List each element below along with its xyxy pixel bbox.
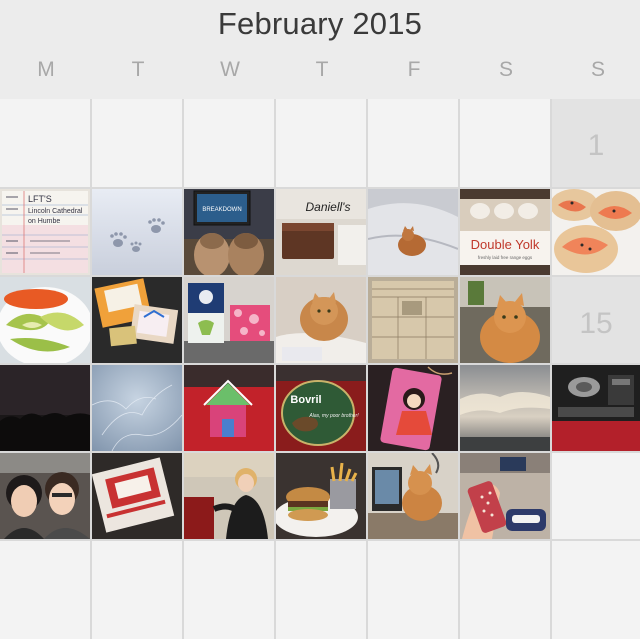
kettle-appliance-photo	[552, 365, 640, 451]
cat-in-bag-photo	[276, 277, 366, 363]
gingerbread-house-photo	[184, 365, 274, 451]
day-cell-feb-13[interactable]	[368, 277, 458, 363]
day-cell-empty	[184, 541, 274, 639]
biscuit-bar-photo	[460, 453, 550, 539]
day-cell-empty	[460, 541, 550, 639]
svg-text:LFT'S: LFT'S	[28, 194, 52, 204]
day-cell-feb-17[interactable]	[92, 365, 182, 451]
day-cell-empty	[0, 541, 90, 639]
snow-paw-prints-photo	[92, 189, 182, 275]
weekday-sat: S	[498, 58, 513, 81]
day-cell-empty	[368, 541, 458, 639]
cat-at-laptop-photo	[368, 453, 458, 539]
svg-text:Bovril: Bovril	[290, 394, 321, 406]
day-cell-feb-19[interactable]: Bovril Alas, my poor brother!	[276, 365, 366, 451]
day-cell-empty	[552, 453, 640, 539]
day-number: 1	[587, 129, 605, 162]
day-cell-feb-8[interactable]	[552, 189, 640, 275]
cards-and-notes-photo	[92, 277, 182, 363]
day-cell-empty	[276, 541, 366, 639]
day-cell-feb-4[interactable]: BREAKDOWN	[184, 189, 274, 275]
day-cell-feb-5[interactable]: Daniell's	[276, 189, 366, 275]
pizza-boxes-photo	[92, 453, 182, 539]
weekday-fri: F	[407, 58, 421, 81]
ginger-cat-window-photo	[460, 277, 550, 363]
night-sky-photo	[0, 365, 90, 451]
month-title: February 2015	[217, 6, 423, 41]
day-cell-feb-2[interactable]: LFT'S Lincoln Cathedral on Humbe	[0, 189, 90, 275]
day-cell-feb-21[interactable]	[460, 365, 550, 451]
svg-text:BREAKDOWN: BREAKDOWN	[202, 207, 241, 213]
day-cell-feb-22[interactable]	[552, 365, 640, 451]
day-cell-feb-26[interactable]	[276, 453, 366, 539]
day-cell-empty	[92, 541, 182, 639]
day-cell-feb-15[interactable]: 15	[552, 277, 640, 363]
day-cell-feb-28[interactable]	[460, 453, 550, 539]
day-cell-empty	[276, 99, 366, 187]
day-cell-feb-24[interactable]	[92, 453, 182, 539]
chocolate-cake-photo: Daniell's	[276, 189, 366, 275]
weekday-header: M T W T F S S	[0, 58, 640, 88]
day-number: 15	[579, 307, 613, 340]
burger-and-fries-photo	[276, 453, 366, 539]
old-newspaper-photo	[368, 277, 458, 363]
kitten-on-bed-photo	[368, 189, 458, 275]
day-cell-feb-3[interactable]	[92, 189, 182, 275]
day-cell-feb-27[interactable]	[368, 453, 458, 539]
day-cell-feb-14[interactable]	[460, 277, 550, 363]
day-cell-empty	[184, 99, 274, 187]
weekday-sun: S	[590, 58, 605, 81]
list-note-photo: LFT'S Lincoln Cathedral on Humbe	[0, 189, 90, 275]
svg-text:Alas, my poor brother!: Alas, my poor brother!	[308, 413, 359, 419]
day-cell-feb-20[interactable]	[368, 365, 458, 451]
svg-text:freshly laid free range eggs: freshly laid free range eggs	[478, 255, 533, 260]
day-cell-feb-23[interactable]	[0, 453, 90, 539]
kimono-girl-tag-photo	[368, 365, 458, 451]
weekday-tue: T	[131, 58, 145, 81]
svg-text:on Humbe: on Humbe	[28, 218, 60, 225]
day-cell-feb-12[interactable]	[276, 277, 366, 363]
day-cell-feb-9[interactable]	[0, 277, 90, 363]
bovril-tin-photo: Bovril Alas, my poor brother!	[276, 365, 366, 451]
salmon-bagels-photo	[552, 189, 640, 275]
frosted-window-photo	[92, 365, 182, 451]
weekday-wed: W	[220, 58, 240, 81]
day-cell-feb-10[interactable]	[92, 277, 182, 363]
avocado-roe-photo	[0, 277, 90, 363]
slippers-tv-photo: BREAKDOWN	[184, 189, 274, 275]
weekday-mon: M	[37, 58, 55, 81]
day-cell-empty	[460, 99, 550, 187]
day-cell-feb-7[interactable]: Double Yolk freshly laid free range eggs	[460, 189, 550, 275]
day-cell-feb-6[interactable]	[368, 189, 458, 275]
day-cell-feb-11[interactable]	[184, 277, 274, 363]
woman-in-kitchen-photo	[184, 453, 274, 539]
weekday-thu: T	[315, 58, 329, 81]
svg-text:Double Yolk: Double Yolk	[471, 237, 540, 252]
svg-text:Daniell's: Daniell's	[306, 200, 351, 214]
day-cell-empty	[92, 99, 182, 187]
gift-boxes-photo	[184, 277, 274, 363]
selfie-photo	[0, 453, 90, 539]
day-cell-feb-18[interactable]	[184, 365, 274, 451]
cloudy-sky-photo	[460, 365, 550, 451]
day-cell-empty	[368, 99, 458, 187]
day-cell-feb-16[interactable]	[0, 365, 90, 451]
day-cell-feb-25[interactable]	[184, 453, 274, 539]
day-cell-empty	[0, 99, 90, 187]
svg-text:Lincoln Cathedral: Lincoln Cathedral	[28, 208, 83, 215]
calendar-grid: 1 LFT'S Lincoln Cathedral on Humbe BREAK…	[0, 99, 640, 639]
day-cell-feb-1[interactable]: 1	[552, 99, 640, 187]
double-yolk-eggs-photo: Double Yolk freshly laid free range eggs	[460, 189, 550, 275]
day-cell-empty	[552, 541, 640, 639]
